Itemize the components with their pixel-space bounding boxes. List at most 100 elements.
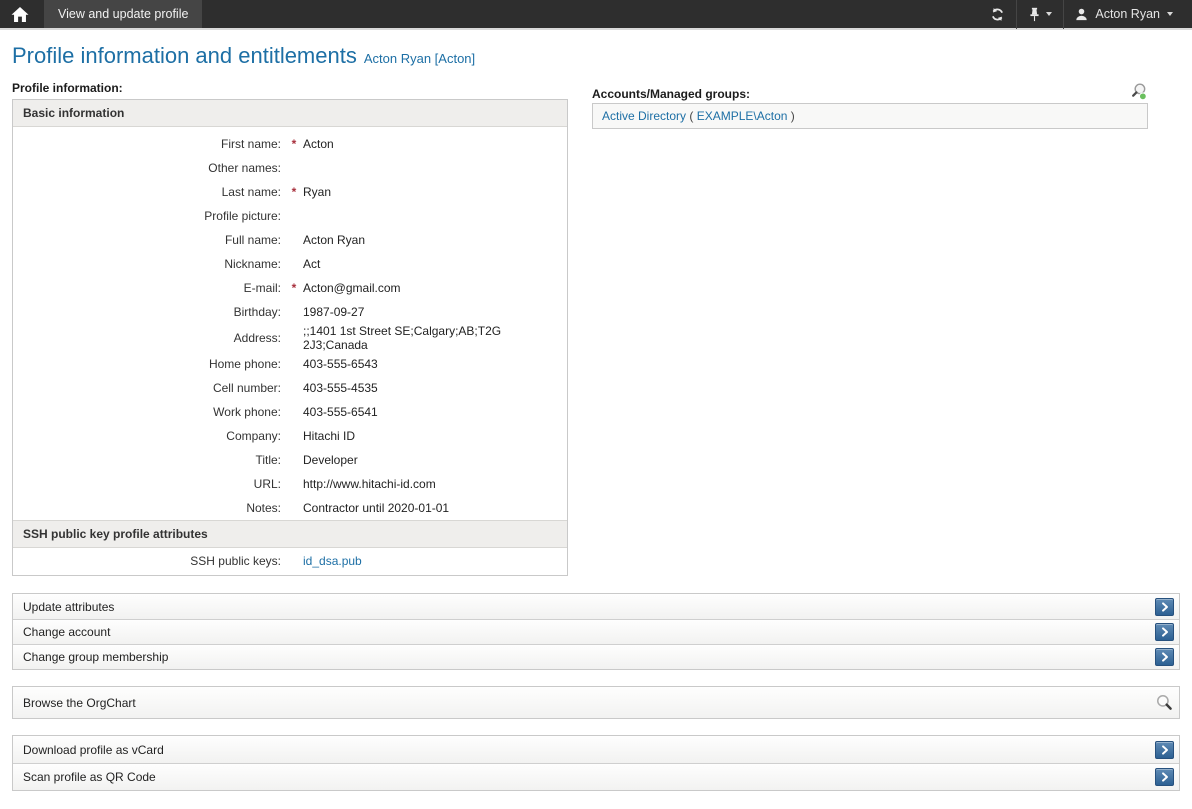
field-label: Address: [13,324,285,352]
basic-info-fields: First name: * Acton Other names: Last na… [13,132,567,520]
field-label: URL: [13,472,285,496]
field-label: Work phone: [13,400,285,424]
user-menu[interactable]: Acton Ryan [1064,0,1184,29]
field-label: Title: [13,448,285,472]
field-value: Contractor until 2020-01-01 [303,496,567,520]
profile-field-row: Birthday: 1987-09-27 [13,300,567,324]
field-value: Developer [303,448,567,472]
action-group-orgchart: Browse the OrgChart [12,686,1180,719]
page-subtitle: Acton Ryan [Acton] [364,51,475,66]
chevron-down-icon [1046,12,1052,16]
action-row[interactable]: Change group membership [13,644,1179,669]
home-icon[interactable] [0,0,40,28]
action-label: Browse the OrgChart [23,696,136,710]
action-label: Change group membership [23,650,168,664]
action-label: Scan profile as QR Code [23,770,156,784]
profile-field-row: Other names: [13,156,567,180]
profile-fields-body: First name: * Acton Other names: Last na… [13,132,567,520]
profile-panel: Basic information First name: * Acton Ot… [12,99,568,576]
top-navigation-bar: View and update profile [0,0,1192,30]
field-label: SSH public keys: [13,549,285,573]
required-asterisk [285,156,303,180]
basic-information-header: Basic information [13,100,567,127]
profile-field-row: Full name: Acton Ryan [13,228,567,252]
paren-open: ( [689,109,693,123]
field-value: 403-555-4535 [303,376,567,400]
field-value: Acton [303,132,567,156]
field-value: Acton@gmail.com [303,276,567,300]
field-value: Act [303,252,567,276]
target-system-link[interactable]: Active Directory [602,109,686,123]
magnifier-icon [1155,693,1174,712]
field-value [303,156,567,180]
ssh-key-link[interactable]: id_dsa.pub [303,554,362,568]
nav-view-update-profile[interactable]: View and update profile [44,0,202,28]
required-asterisk [285,472,303,496]
action-row[interactable]: Update attributes [13,594,1179,619]
profile-information-label: Profile information: [12,81,568,95]
browse-orgchart-row[interactable]: Browse the OrgChart [13,687,1179,718]
field-label: E-mail: [13,276,285,300]
user-name: Acton Ryan [1095,7,1160,21]
required-asterisk [285,549,303,573]
search-add-icon[interactable] [1129,82,1148,101]
required-asterisk [285,448,303,472]
field-label: First name: [13,132,285,156]
field-value: ;;1401 1st Street SE;Calgary;AB;T2G 2J3;… [303,324,567,352]
profile-field-row: Cell number: 403-555-4535 [13,376,567,400]
profile-field-row: Nickname: Act [13,252,567,276]
user-icon [1075,8,1088,21]
action-label: Change account [23,625,110,639]
required-asterisk: * [285,276,303,300]
arrow-right-icon[interactable] [1155,648,1174,666]
arrow-right-icon[interactable] [1155,623,1174,641]
field-label: Notes: [13,496,285,520]
field-value: Acton Ryan [303,228,567,252]
profile-field-row: URL: http://www.hitachi-id.com [13,472,567,496]
arrow-right-icon[interactable] [1155,741,1174,759]
profile-field-row: Last name: * Ryan [13,180,567,204]
field-value: http://www.hitachi-id.com [303,472,567,496]
required-asterisk [285,204,303,228]
action-row[interactable]: Download profile as vCard [13,736,1179,763]
account-link[interactable]: EXAMPLE\Acton [697,109,788,123]
action-label: Update attributes [23,600,114,614]
action-row[interactable]: Change account [13,619,1179,644]
action-group-3: Download profile as vCard Scan profile a… [12,735,1180,791]
field-label: Profile picture: [13,204,285,228]
profile-field-row: E-mail: * Acton@gmail.com [13,276,567,300]
chevron-down-icon [1167,12,1173,16]
required-asterisk [285,400,303,424]
account-entry: Active Directory ( EXAMPLE\Acton ) [592,103,1148,129]
accounts-managed-groups-label: Accounts/Managed groups: [592,87,750,101]
field-label: Birthday: [13,300,285,324]
profile-field-row: Notes: Contractor until 2020-01-01 [13,496,567,520]
arrow-right-icon[interactable] [1155,598,1174,616]
required-asterisk [285,496,303,520]
refresh-icon[interactable] [979,0,1016,29]
field-label: Home phone: [13,352,285,376]
required-asterisk: * [285,132,303,156]
required-asterisk [285,352,303,376]
profile-field-row: Home phone: 403-555-6543 [13,352,567,376]
profile-field-row: SSH public keys: id_dsa.pub [13,549,567,573]
action-row[interactable]: Scan profile as QR Code [13,763,1179,790]
required-asterisk [285,252,303,276]
pin-icon [1028,7,1041,22]
field-label: Last name: [13,180,285,204]
ssh-attributes-header: SSH public key profile attributes [13,520,567,548]
arrow-right-icon[interactable] [1155,768,1174,786]
required-asterisk [285,324,303,352]
field-label: Company: [13,424,285,448]
required-asterisk [285,424,303,448]
field-label: Full name: [13,228,285,252]
field-value: 403-555-6541 [303,400,567,424]
profile-field-row: Company: Hitachi ID [13,424,567,448]
field-value [303,204,567,228]
field-label: Cell number: [13,376,285,400]
profile-field-row: Title: Developer [13,448,567,472]
required-asterisk [285,300,303,324]
pin-menu[interactable] [1017,0,1063,29]
profile-field-row: First name: * Acton [13,132,567,156]
action-group-1: Update attributes Change account Change … [12,593,1180,670]
